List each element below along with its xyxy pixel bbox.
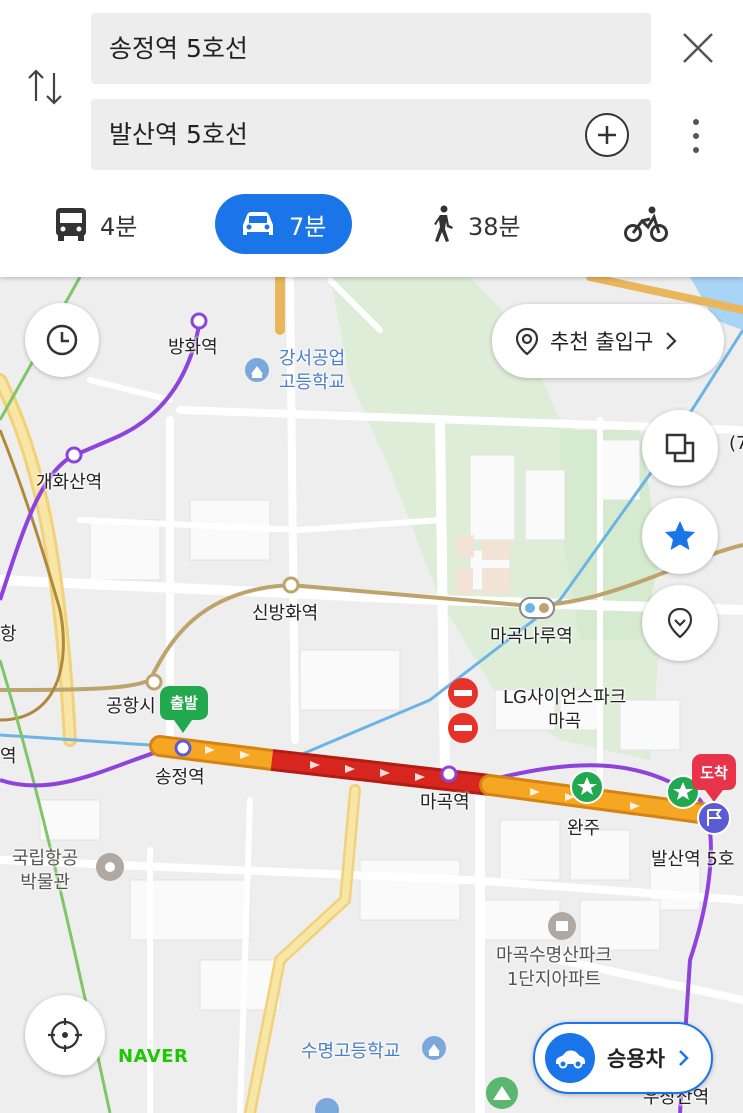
mode-transit-time: 4분 — [100, 212, 138, 241]
recommended-exit-button[interactable]: 추천 출입구 — [492, 304, 724, 378]
label-edge-left-1: 항 — [0, 624, 17, 645]
destination-field[interactable]: 발산역 5호선 — [91, 99, 651, 170]
map-pin-icon — [667, 607, 693, 639]
mode-bike[interactable] — [624, 194, 680, 254]
label-magok-apartment[interactable]: 마곡수명산파크 1단지아파트 — [496, 944, 612, 992]
label-songjeong-station[interactable]: 송정역 — [155, 763, 205, 789]
end-marker[interactable]: 도착 — [692, 762, 736, 783]
label-balsan-station[interactable]: 발산역 5호 — [651, 845, 734, 871]
swap-icon[interactable] — [26, 65, 66, 109]
walk-icon — [434, 205, 453, 242]
chevron-right-icon — [679, 1050, 689, 1066]
vehicle-type-button[interactable]: 승용차 — [533, 1022, 713, 1094]
crosshair-icon — [48, 1018, 82, 1052]
origin-field[interactable]: 송정역 5호선 — [91, 13, 651, 84]
bus-icon — [56, 208, 86, 241]
label-edge-left-2: 역 — [0, 746, 17, 767]
label-banghwa-station[interactable]: 방화역 — [168, 333, 218, 359]
label-magok-station[interactable]: 마곡역 — [420, 788, 470, 814]
mode-car[interactable]: 7분 — [215, 194, 353, 254]
plus-icon — [598, 126, 616, 144]
star-icon — [665, 521, 695, 550]
car-type-icon — [545, 1033, 595, 1083]
label-edge-right: (7 — [729, 433, 743, 454]
label-sumyeong-school[interactable]: 수명고등학교 — [301, 1037, 400, 1063]
favorites-button[interactable] — [642, 498, 718, 574]
mode-walk[interactable]: 38분 — [430, 194, 521, 254]
label-wanju[interactable]: 완주 — [567, 814, 600, 840]
label-lg-science-park-text: LG사이언스파크 마곡 — [503, 687, 627, 732]
vehicle-type-label: 승용차 — [607, 1047, 665, 1071]
chevron-right-icon — [666, 332, 677, 350]
label-sinbanghwa-station[interactable]: 신방화역 — [252, 599, 318, 625]
route-header: 송정역 5호선 발산역 5호선 4분 7분 38분 — [0, 0, 743, 277]
location-pin-icon — [515, 327, 539, 356]
mode-walk-time: 38분 — [468, 212, 521, 241]
label-lg-science-park[interactable]: LG사이언스파크 마곡 — [503, 686, 626, 734]
label-gangseo-school-text: 강서공업 고등학교 — [279, 348, 346, 393]
label-aviation-museum[interactable]: 국립항공 박물관 — [12, 847, 78, 895]
place-pin-button[interactable] — [642, 585, 718, 661]
mode-car-time: 7분 — [289, 212, 327, 241]
clock-icon — [46, 324, 78, 356]
label-magoknaru-station[interactable]: 마곡나루역 — [490, 622, 573, 648]
naver-logo: NAVER — [118, 1046, 189, 1067]
label-airport-market[interactable]: 공항시 — [106, 692, 156, 718]
label-magok-apartment-text: 마곡수명산파크 1단지아파트 — [496, 945, 612, 990]
bike-icon — [624, 206, 668, 242]
time-button[interactable] — [25, 303, 99, 377]
destination-text: 발산역 5호선 — [109, 120, 248, 149]
layers-button[interactable] — [642, 410, 718, 486]
add-waypoint-button[interactable] — [585, 113, 629, 157]
more-vertical-icon[interactable] — [684, 116, 708, 156]
origin-text: 송정역 5호선 — [109, 34, 248, 63]
recommended-exit-label: 추천 출입구 — [550, 330, 654, 354]
start-marker[interactable]: 출발 — [160, 692, 208, 713]
close-icon[interactable] — [678, 28, 718, 68]
mode-transit[interactable]: 4분 — [54, 194, 137, 254]
current-location-button[interactable] — [25, 995, 105, 1075]
layers-icon — [665, 433, 695, 463]
label-aviation-museum-text: 국립항공 박물관 — [12, 848, 79, 893]
label-gangseo-school[interactable]: 강서공업 고등학교 — [279, 347, 345, 395]
car-icon — [243, 212, 273, 235]
label-gaehwasan-station[interactable]: 개화산역 — [36, 468, 102, 494]
